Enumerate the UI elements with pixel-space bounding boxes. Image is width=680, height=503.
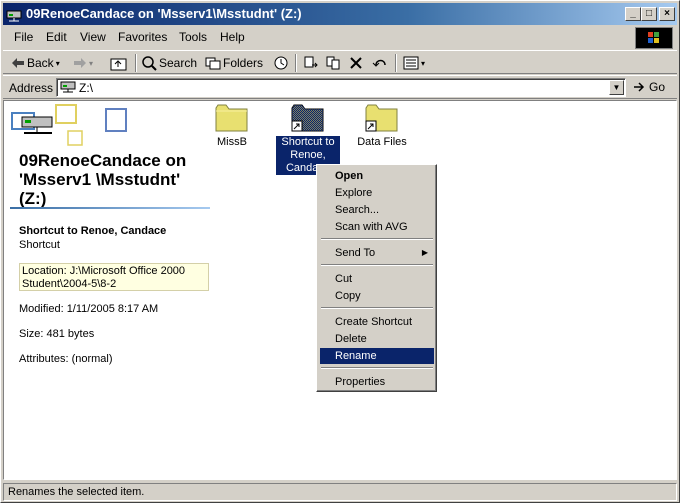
menu-item-send-to[interactable]: Send To ▶ xyxy=(320,245,434,261)
selected-item-attributes: Attributes: (normal) xyxy=(19,353,113,365)
menu-item-delete[interactable]: Delete xyxy=(320,331,434,347)
selected-item-location: Location: J:\Microsoft Office 2000 Stude… xyxy=(19,263,209,291)
history-button[interactable] xyxy=(273,54,289,72)
menu-edit[interactable]: Edit xyxy=(46,30,67,44)
standard-toolbar: Back ▾ ▾ Search Folders ▾ xyxy=(3,50,677,74)
menu-tools[interactable]: Tools xyxy=(179,30,207,44)
go-arrow-icon xyxy=(634,82,645,92)
move-to-button[interactable] xyxy=(303,54,319,72)
file-item-missb[interactable]: MissB xyxy=(200,103,264,149)
copy-to-button[interactable] xyxy=(325,54,341,72)
drive-icon xyxy=(6,6,22,22)
menu-item-copy[interactable]: Copy xyxy=(320,288,434,304)
selected-item-modified: Modified: 1/11/2005 8:17 AM xyxy=(19,303,159,315)
menu-file[interactable]: File xyxy=(14,30,33,44)
back-label: Back xyxy=(27,56,54,70)
folders-button[interactable]: Folders xyxy=(205,54,263,72)
back-dropdown-icon[interactable]: ▾ xyxy=(56,59,60,68)
file-label: Data Files xyxy=(357,136,407,148)
undo-button[interactable] xyxy=(372,54,388,72)
address-label: Address xyxy=(9,81,54,95)
address-dropdown-icon[interactable]: ▼ xyxy=(609,80,624,95)
toolbar-separator xyxy=(395,54,397,72)
back-button[interactable]: Back ▾ xyxy=(11,54,60,72)
status-bar: Renames the selected item. xyxy=(3,482,677,501)
address-bar: Address Z:\ ▼ Go xyxy=(3,75,677,99)
menu-item-scan-avg[interactable]: Scan with AVG xyxy=(320,219,434,235)
views-dropdown-icon[interactable]: ▾ xyxy=(421,59,425,68)
close-button[interactable]: × xyxy=(659,7,675,21)
file-label: MissB xyxy=(217,136,247,148)
selected-item-size: Size: 481 bytes xyxy=(19,328,95,340)
address-value: Z:\ xyxy=(79,81,93,95)
maximize-button[interactable]: □ xyxy=(641,7,657,21)
delete-button[interactable] xyxy=(349,54,363,72)
folders-label: Folders xyxy=(223,56,264,70)
status-text: Renames the selected item. xyxy=(3,483,677,501)
file-item-data-files[interactable]: Data Files xyxy=(350,103,414,149)
menu-separator xyxy=(321,264,433,266)
explorer-window: 09RenoeCandace on 'Msserv1\Msstudnt' (Z:… xyxy=(0,0,680,503)
up-folder-button[interactable] xyxy=(110,54,128,72)
address-input[interactable]: Z:\ ▼ xyxy=(56,78,626,97)
drive-banner-icon xyxy=(10,103,130,156)
minimize-button[interactable]: _ xyxy=(625,7,641,21)
search-icon xyxy=(142,56,157,71)
menu-item-open[interactable]: Open xyxy=(320,168,434,184)
back-arrow-icon xyxy=(12,58,24,68)
menu-separator xyxy=(321,238,433,240)
history-icon xyxy=(274,56,288,70)
go-label: Go xyxy=(649,80,666,94)
menu-item-search[interactable]: Search... xyxy=(320,202,434,218)
up-folder-icon xyxy=(110,58,127,71)
go-button[interactable]: Go xyxy=(633,80,665,94)
shortcut-folder-icon xyxy=(365,104,398,132)
forward-button[interactable]: ▾ xyxy=(73,54,93,72)
shortcut-folder-icon xyxy=(291,104,324,132)
windows-logo-icon xyxy=(635,27,673,49)
search-button[interactable]: Search xyxy=(141,54,197,72)
drive-title: 09RenoeCandace on 'Msserv1 \Msstudnt' (Z… xyxy=(19,151,187,208)
move-to-icon xyxy=(304,56,318,68)
selected-item-type: Shortcut xyxy=(19,239,60,251)
forward-dropdown-icon[interactable]: ▾ xyxy=(89,59,93,68)
title-bar[interactable]: 09RenoeCandace on 'Msserv1\Msstudnt' (Z:… xyxy=(3,3,677,25)
context-menu: Open Explore Search... Scan with AVG Sen… xyxy=(316,164,437,392)
info-divider xyxy=(10,207,210,209)
menu-item-rename[interactable]: Rename xyxy=(320,348,434,364)
search-label: Search xyxy=(159,56,198,70)
network-drive-icon xyxy=(60,80,76,97)
menu-item-cut[interactable]: Cut xyxy=(320,271,434,287)
submenu-arrow-icon: ▶ xyxy=(421,248,428,257)
menu-item-create-shortcut[interactable]: Create Shortcut xyxy=(320,314,434,330)
send-to-label: Send To xyxy=(335,247,376,259)
forward-arrow-icon xyxy=(74,58,86,68)
views-button[interactable]: ▾ xyxy=(403,54,425,72)
menu-view[interactable]: View xyxy=(80,30,106,44)
menu-help[interactable]: Help xyxy=(220,30,245,44)
menu-item-explore[interactable]: Explore xyxy=(320,185,434,201)
selected-item-name: Shortcut to Renoe, Candace xyxy=(19,225,167,237)
menu-bar: File Edit View Favorites Tools Help xyxy=(3,27,677,49)
menu-item-properties[interactable]: Properties xyxy=(320,374,434,390)
folder-icon xyxy=(215,104,248,132)
folders-icon xyxy=(205,57,221,70)
views-icon xyxy=(403,56,419,70)
menu-separator xyxy=(321,307,433,309)
menu-separator xyxy=(321,367,433,369)
toolbar-separator xyxy=(135,54,137,72)
delete-x-icon xyxy=(350,57,362,69)
menu-favorites[interactable]: Favorites xyxy=(118,30,167,44)
window-title: 09RenoeCandace on 'Msserv1\Msstudnt' (Z:… xyxy=(26,6,302,21)
copy-to-icon xyxy=(326,56,340,70)
toolbar-separator xyxy=(295,54,297,72)
undo-icon xyxy=(372,59,386,67)
